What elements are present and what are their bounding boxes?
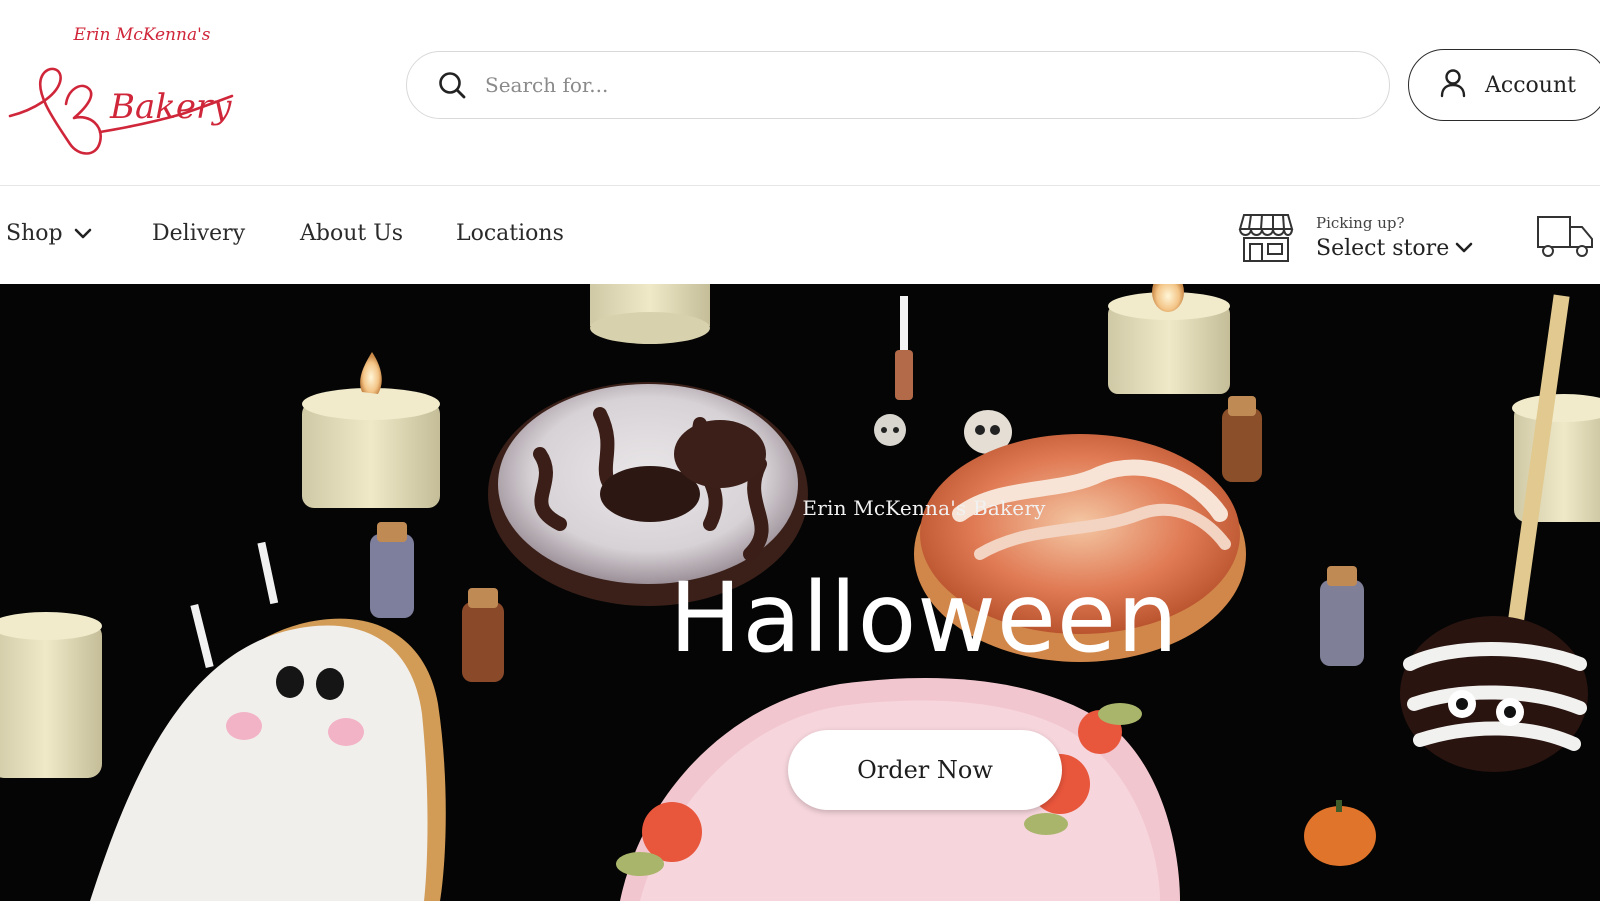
site-header: Erin McKenna's Bakery Account — [0, 0, 1600, 186]
nav-item-label: About Us — [300, 221, 404, 246]
nav-item-about-us[interactable]: About Us — [300, 221, 403, 246]
nav-item-label: Shop — [6, 221, 63, 246]
nav-item-locations[interactable]: Locations — [456, 221, 564, 246]
bottle-3 — [462, 588, 504, 682]
bottle-1 — [1222, 396, 1262, 482]
nav-item-delivery[interactable]: Delivery — [152, 221, 245, 246]
nav-item-label: Locations — [456, 221, 564, 246]
logo-top-text: Erin McKenna's — [73, 25, 211, 45]
pumpkin — [1304, 800, 1376, 866]
select-store-label: Select store — [1316, 235, 1450, 261]
candle-top-right — [1108, 284, 1230, 394]
search-input[interactable] — [485, 73, 1345, 97]
account-label: Account — [1485, 72, 1576, 98]
donut-dark — [488, 382, 808, 606]
main-nav: Shop Delivery About Us Locations Picking… — [0, 187, 1600, 284]
search-icon[interactable] — [435, 68, 469, 102]
storefront-icon — [1238, 211, 1294, 263]
store-prompt: Picking up? — [1316, 213, 1405, 232]
order-now-button[interactable]: Order Now — [788, 730, 1062, 810]
hero-image — [0, 284, 1600, 901]
candle-bottom-left — [0, 612, 102, 778]
hero-banner: Erin McKenna's Bakery Halloween Order No… — [0, 284, 1600, 901]
chevron-down-icon — [1455, 242, 1473, 254]
user-icon — [1439, 68, 1467, 102]
bakery-logo[interactable]: Erin McKenna's Bakery — [4, 10, 240, 160]
bottle-4 — [1320, 566, 1364, 666]
bottle-2 — [370, 522, 414, 618]
donut-orange — [914, 434, 1246, 662]
delivery-truck-icon[interactable] — [1536, 211, 1594, 261]
account-button[interactable]: Account — [1408, 49, 1600, 121]
chevron-down-icon — [73, 227, 93, 241]
search-bar[interactable] — [406, 51, 1390, 119]
nav-item-label: Delivery — [152, 221, 246, 246]
mummy-cake-pop — [1400, 294, 1588, 772]
logo-main-text: Bakery — [109, 87, 232, 127]
store-selector[interactable]: Picking up? Select store — [1238, 207, 1488, 267]
candle-top-center-left — [590, 284, 710, 344]
logo-mark: Erin McKenna's Bakery — [8, 25, 234, 155]
nav-item-shop[interactable]: Shop — [6, 221, 93, 246]
ghost-cookie — [90, 618, 446, 901]
candle-left — [302, 352, 440, 508]
